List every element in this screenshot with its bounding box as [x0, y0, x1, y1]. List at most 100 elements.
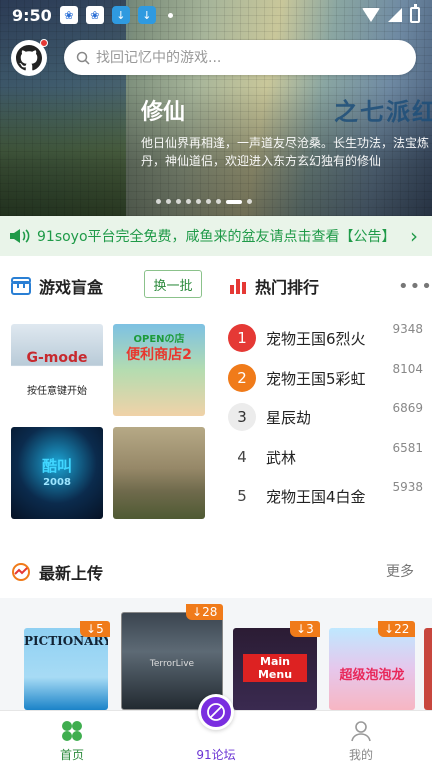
bar-chart-icon: [230, 279, 246, 294]
tile-title: 酷叫: [41, 457, 72, 475]
carousel-dot[interactable]: [176, 199, 181, 204]
tile-subtitle: 2008: [43, 477, 71, 488]
hot-rank-title: 热门排行: [255, 278, 320, 297]
game-cover[interactable]: 超级泡泡龙: [329, 628, 415, 710]
nav-forum-label: 91论坛: [196, 748, 236, 762]
speaker-icon: [10, 229, 30, 243]
blind-box-title: 游戏盲盒: [39, 278, 104, 297]
rank-game-name: 宠物王国6烈火: [266, 329, 366, 348]
rank-game-name: 宠物王国4白金: [266, 487, 366, 506]
download-app-icon: ↓: [137, 6, 156, 24]
chevron-right-icon[interactable]: ›: [410, 226, 418, 246]
rank-row[interactable]: 3 星辰劫 6869: [228, 401, 424, 433]
banner-caption: 修仙 他日仙界再相逢，一声道友尽沧桑。长生功法，法宝炼丹，神仙道侣，欢迎进入东方…: [141, 94, 432, 170]
game-tile[interactable]: OPENの店 便利商店2: [113, 324, 205, 416]
download-icon: ↓: [86, 622, 97, 636]
nav-me[interactable]: 我的: [306, 711, 416, 768]
wifi-icon: [362, 8, 380, 22]
rank-game-name: 宠物王国5彩虹: [266, 369, 366, 388]
home-grid-icon: [62, 721, 82, 741]
game-tile[interactable]: [113, 427, 205, 519]
gift-box-icon: [11, 277, 31, 295]
game-tile[interactable]: 酷叫 2008: [11, 427, 103, 519]
download-count-badge: ↓ 5: [80, 621, 110, 637]
status-bar: 9:50 ❀ ❀ ↓ ↓: [0, 0, 432, 30]
download-icon: ↓: [192, 605, 203, 619]
download-icon: ↓: [296, 622, 307, 636]
tile-title: G-mode: [26, 350, 88, 366]
status-time: 9:50: [12, 5, 52, 25]
rank-count: 5938: [392, 480, 423, 494]
rank-count: 8104: [392, 362, 423, 376]
forum-slash-icon: [207, 703, 225, 721]
rank-number: 2: [228, 364, 256, 392]
cover-title: TerrorLive: [149, 659, 195, 669]
carousel-dot[interactable]: [206, 199, 211, 204]
rank-number: 5: [237, 487, 247, 505]
rank-row[interactable]: 1 宠物王国6烈火 9348: [228, 322, 424, 354]
game-cover[interactable]: Main Menu: [233, 628, 317, 710]
notice-text: 91soyo平台完全免费，咸鱼来的盆友请点击查看【公告】: [37, 229, 396, 245]
forum-fab-button[interactable]: [198, 694, 234, 730]
blind-box-header: 游戏盲盒: [11, 274, 103, 298]
game-cover-partial[interactable]: [424, 628, 432, 710]
rank-number: 1: [228, 324, 256, 352]
paw-app-icon: ❀: [59, 6, 78, 24]
rank-game-name: 星辰劫: [266, 408, 312, 427]
carousel-dot[interactable]: [216, 199, 221, 204]
rank-number: 4: [237, 448, 247, 466]
search-icon: [76, 51, 90, 65]
download-app-icon: ↓: [111, 6, 130, 24]
search-input[interactable]: [96, 49, 396, 66]
carousel-dot[interactable]: [247, 199, 252, 204]
carousel-indicator: [156, 199, 252, 204]
banner-title: 修仙: [141, 100, 186, 125]
tile-subtitle: 按任意键开始: [27, 386, 87, 397]
carousel-dot[interactable]: [196, 199, 201, 204]
carousel-dot[interactable]: [156, 199, 161, 204]
rank-count: 6581: [392, 441, 423, 455]
notification-dot-icon: [167, 12, 173, 18]
download-count-badge: ↓ 22: [378, 621, 416, 637]
cover-title: 超级泡泡龙: [339, 668, 405, 683]
trend-icon: [12, 563, 30, 581]
download-count-badge: ↓ 28: [186, 604, 224, 620]
github-icon: [16, 45, 42, 71]
nav-me-label: 我的: [348, 748, 373, 762]
cover-title: Main Menu: [243, 654, 307, 682]
swap-batch-button[interactable]: 换一批: [144, 270, 202, 298]
rank-row[interactable]: 5 宠物王国4白金 5938: [228, 480, 424, 512]
tile-subtitle: 便利商店2: [126, 347, 192, 363]
rank-game-name: 武林: [266, 448, 297, 467]
more-options-icon[interactable]: •••: [398, 276, 432, 297]
rank-row[interactable]: 4 武林 6581: [228, 441, 424, 473]
notice-bar[interactable]: 91soyo平台完全免费，咸鱼来的盆友请点击查看【公告】 ›: [0, 216, 432, 256]
nav-home[interactable]: 首页: [17, 711, 127, 768]
rank-number: 3: [228, 403, 256, 431]
rank-count: 6869: [392, 401, 423, 415]
more-link[interactable]: 更多: [386, 561, 414, 581]
latest-header: 最新上传: [11, 560, 103, 584]
latest-title: 最新上传: [39, 564, 104, 583]
game-cover[interactable]: PICTIONARY: [24, 628, 108, 710]
nav-home-label: 首页: [59, 748, 84, 762]
carousel-dot-active[interactable]: [226, 199, 242, 204]
paw-app-icon: ❀: [85, 6, 104, 24]
signal-icon: [388, 8, 402, 22]
download-count-badge: ↓ 3: [290, 621, 320, 637]
battery-icon: [410, 4, 420, 23]
hot-rank-header: 热门排行: [229, 274, 319, 298]
rank-count: 9348: [392, 322, 423, 336]
banner-description: 他日仙界再相逢，一声道友尽沧桑。长生功法，法宝炼丹，神仙道侣，欢迎进入东方玄幻独…: [141, 136, 430, 168]
user-icon: [351, 721, 371, 742]
tile-title: OPENの店: [133, 334, 185, 345]
github-avatar-button[interactable]: [11, 39, 48, 76]
download-icon: ↓: [384, 622, 395, 636]
rank-row[interactable]: 2 宠物王国5彩虹 8104: [228, 362, 424, 394]
carousel-dot[interactable]: [186, 199, 191, 204]
status-right-icons: [362, 4, 420, 23]
game-tile[interactable]: G-mode 按任意键开始: [11, 324, 103, 416]
search-bar[interactable]: [64, 40, 416, 75]
carousel-dot[interactable]: [166, 199, 171, 204]
notification-badge: [40, 39, 48, 47]
